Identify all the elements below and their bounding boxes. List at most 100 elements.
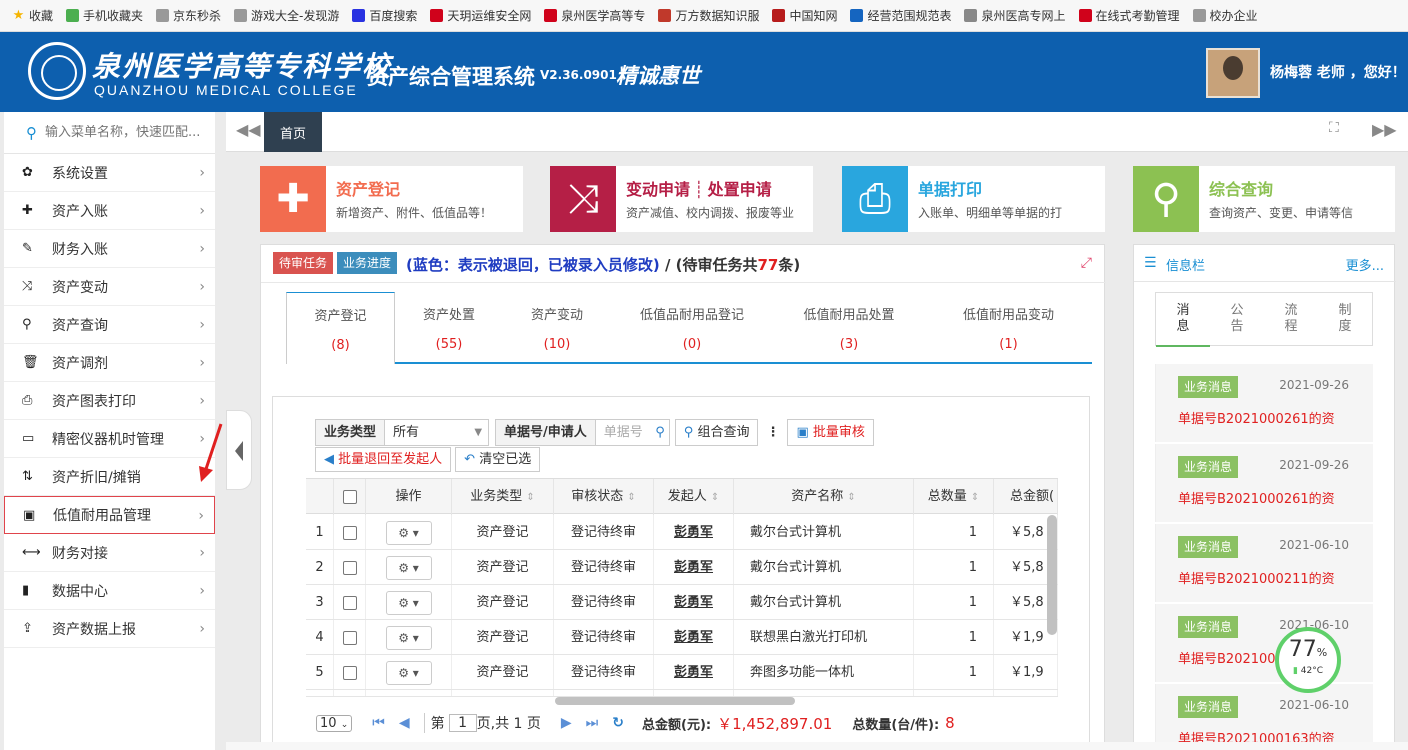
- row-owner-link[interactable]: 彭勇军: [654, 515, 734, 549]
- last-page-icon[interactable]: ⏭: [586, 715, 599, 731]
- batch-return-button[interactable]: ◀ 批量退回至发起人: [315, 447, 452, 472]
- bookmark-item[interactable]: 泉州医学高等专: [544, 7, 645, 24]
- subtab-0[interactable]: 资产登记 (8): [286, 292, 395, 364]
- row-action-menu[interactable]: ⚙ ▾: [385, 625, 432, 650]
- grid-vertical-scrollbar[interactable]: [1047, 515, 1057, 635]
- bookmark-item[interactable]: 经营范围规范表: [850, 7, 951, 24]
- row-checkbox-cell[interactable]: [334, 550, 366, 584]
- sidebar-item-6[interactable]: ⎙ 资产图表打印 ›: [4, 382, 215, 420]
- bookmark-item[interactable]: 中国知网: [772, 7, 837, 24]
- info-tab-2[interactable]: 流程: [1264, 293, 1318, 347]
- first-page-icon[interactable]: ⏮: [372, 715, 385, 731]
- row-checkbox[interactable]: [342, 525, 357, 540]
- bookmark-item[interactable]: 京东秒杀: [156, 7, 221, 24]
- bookmark-item[interactable]: 手机收藏夹: [66, 7, 143, 24]
- col-qty[interactable]: 总数量 ⇕: [914, 479, 994, 515]
- next-page-icon[interactable]: ▶: [561, 715, 572, 731]
- message-text[interactable]: 单据号B2021000211的资: [1178, 568, 1373, 587]
- subtab-2[interactable]: 资产变动 (10): [503, 292, 611, 364]
- row-owner-link[interactable]: 彭勇军: [654, 550, 734, 584]
- combo-query-button[interactable]: ⚲ 组合查询: [674, 419, 759, 446]
- more-icon[interactable]: ⋮: [766, 419, 779, 446]
- info-tab-3[interactable]: 制度: [1318, 293, 1372, 347]
- business-progress-label[interactable]: 业务进度: [337, 252, 398, 274]
- bookmark-item[interactable]: 百度搜索: [352, 7, 417, 24]
- sidebar-item-1[interactable]: ✚ 资产入账 ›: [4, 192, 215, 230]
- sidebar-item-8[interactable]: ⇅资产折旧/摊销›: [4, 458, 215, 496]
- subtab-5[interactable]: 低值耐用品变动 (1): [925, 292, 1092, 364]
- table-row[interactable]: 2 ⚙ ▾ 资产登记 登记待终审 彭勇军 戴尔台式计算机 1 ￥5,8: [306, 550, 1058, 585]
- row-checkbox-cell[interactable]: [334, 585, 366, 619]
- bookmark-item[interactable]: 泉州医高专网上: [964, 7, 1066, 24]
- row-checkbox-cell[interactable]: [334, 515, 366, 549]
- sidebar-item-0[interactable]: ✿ 系统设置 ›: [4, 154, 215, 192]
- sidebar-item-10[interactable]: ⟷ 财务对接 ›: [4, 534, 215, 572]
- bookmark-item[interactable]: 游戏大全-发现游: [234, 7, 339, 24]
- col-amount[interactable]: 总金额(: [994, 479, 1058, 515]
- expand-icon[interactable]: ⤢: [1081, 255, 1092, 271]
- doc-no-input[interactable]: 单据号 ⚲: [595, 419, 670, 446]
- pending-tasks-label[interactable]: 待审任务: [273, 252, 334, 274]
- message-text[interactable]: 单据号B2021000261的资: [1178, 408, 1373, 427]
- subtab-4[interactable]: 低值耐用品处置 (3): [773, 292, 925, 364]
- tab-scroll-left-icon[interactable]: ◀◀: [236, 120, 261, 139]
- menu-search-input[interactable]: [45, 125, 210, 140]
- batch-audit-button[interactable]: ▣ 批量审核: [787, 419, 874, 446]
- row-owner-link[interactable]: 彭勇军: [654, 585, 734, 619]
- col-checkbox[interactable]: [334, 479, 366, 515]
- grid-horizontal-scrollbar[interactable]: [555, 697, 795, 705]
- row-action-cell[interactable]: ⚙ ▾: [366, 690, 452, 696]
- info-tab-1[interactable]: 公告: [1210, 293, 1264, 347]
- row-checkbox-cell[interactable]: [334, 620, 366, 654]
- bookmark-item[interactable]: ★ 收藏: [12, 7, 53, 24]
- row-action-menu[interactable]: ⚙ ▾: [385, 695, 432, 696]
- select-all-checkbox[interactable]: [342, 489, 357, 504]
- info-message[interactable]: 业务消息 2021-09-26 单据号B2021000261的资: [1155, 444, 1373, 522]
- table-row[interactable]: 6 ⚙ ▾ 资产登记: [306, 690, 1058, 697]
- row-action-cell[interactable]: ⚙ ▾: [366, 585, 452, 619]
- quick-card-1[interactable]: ⤨ 变动申请 ┊ 处置申请 资产减值、校内调拨、报废等业: [550, 166, 813, 232]
- info-message[interactable]: 业务消息 2021-06-10 单据号B2021000163的资: [1155, 684, 1373, 750]
- sidebar-item-4[interactable]: ⚲ 资产查询 ›: [4, 306, 215, 344]
- sidebar-collapse-toggle[interactable]: [226, 410, 252, 490]
- table-row[interactable]: 5 ⚙ ▾ 资产登记 登记待终审 彭勇军 奔图多功能一体机 1 ￥1,9: [306, 655, 1058, 690]
- subtab-1[interactable]: 资产处置 (55): [395, 292, 503, 364]
- page-number-input[interactable]: 1: [448, 714, 477, 732]
- user-greeting[interactable]: 杨梅蓉 老师 ，您好！: [1270, 62, 1406, 82]
- user-avatar[interactable]: [1206, 48, 1260, 98]
- sidebar-item-7[interactable]: ▭ 精密仪器机时管理 ›: [4, 420, 215, 458]
- row-action-cell[interactable]: ⚙ ▾: [366, 550, 452, 584]
- col-audit-status[interactable]: 审核状态 ⇕: [554, 479, 654, 515]
- row-action-menu[interactable]: ⚙ ▾: [385, 555, 432, 580]
- row-owner-link[interactable]: [654, 690, 734, 696]
- bookmark-item[interactable]: 校办企业: [1192, 7, 1258, 24]
- page-size-select[interactable]: 10 ⌄: [316, 714, 353, 732]
- sidebar-item-3[interactable]: ⤨ 资产变动 ›: [4, 268, 215, 306]
- row-checkbox[interactable]: [342, 665, 357, 680]
- row-action-cell[interactable]: ⚙ ▾: [366, 515, 452, 549]
- fullscreen-icon[interactable]: ⛶: [1329, 120, 1339, 136]
- row-checkbox[interactable]: [342, 630, 357, 645]
- prev-page-icon[interactable]: ◀: [399, 715, 410, 731]
- bookmark-item[interactable]: 天玥运维安全网: [430, 7, 531, 24]
- row-action-menu[interactable]: ⚙ ▾: [385, 660, 432, 685]
- row-owner-link[interactable]: 彭勇军: [654, 620, 734, 654]
- col-biz-type[interactable]: 业务类型 ⇕: [452, 479, 554, 515]
- row-checkbox[interactable]: [342, 560, 357, 575]
- sidebar-item-11[interactable]: ▮ 数据中心 ›: [4, 572, 215, 610]
- refresh-icon[interactable]: ↻: [612, 715, 624, 731]
- quick-card-0[interactable]: ✚ 资产登记 新增资产、附件、低值品等！: [260, 166, 523, 232]
- info-tab-0[interactable]: 消息: [1156, 293, 1210, 347]
- col-asset-name[interactable]: 资产名称 ⇕: [734, 479, 914, 515]
- search-icon[interactable]: ⚲: [655, 420, 665, 445]
- sidebar-item-2[interactable]: ✎ 财务入账 ›: [4, 230, 215, 268]
- row-checkbox-cell[interactable]: [334, 655, 366, 689]
- more-link[interactable]: 更多...: [1346, 255, 1384, 274]
- info-message[interactable]: 业务消息 2021-09-26 单据号B2021000261的资: [1155, 364, 1373, 442]
- row-checkbox[interactable]: [342, 595, 357, 610]
- sidebar-item-12[interactable]: ⇪ 资产数据上报 ›: [4, 610, 215, 648]
- row-action-menu[interactable]: ⚙ ▾: [385, 590, 432, 615]
- tab-home[interactable]: 首页: [264, 112, 322, 152]
- table-row[interactable]: 4 ⚙ ▾ 资产登记 登记待终审 彭勇军 联想黑白激光打印机 1 ￥1,9: [306, 620, 1058, 655]
- row-owner-link[interactable]: 彭勇军: [654, 655, 734, 689]
